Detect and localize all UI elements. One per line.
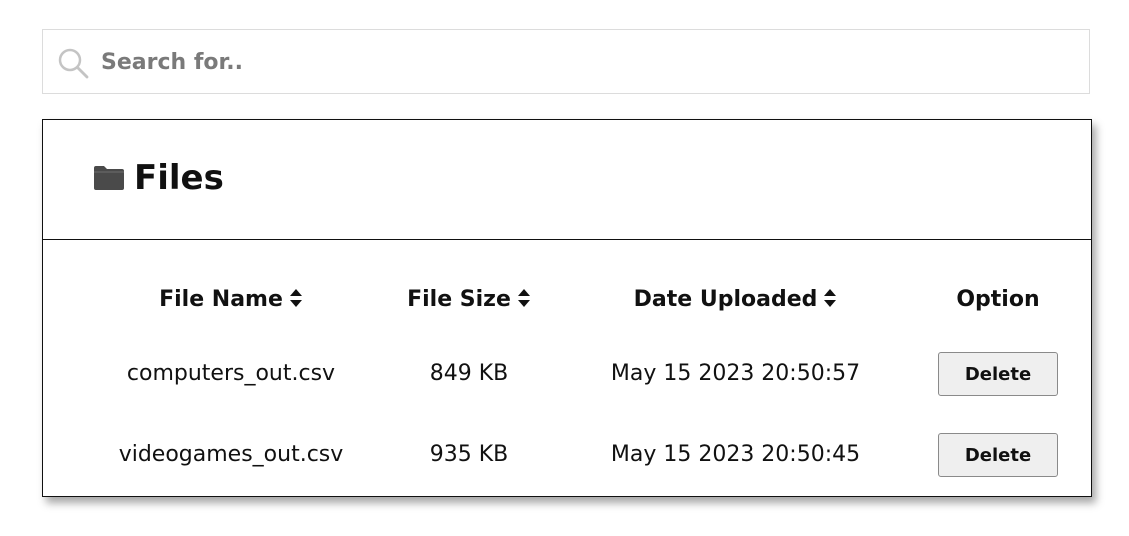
- column-header-file-size[interactable]: File Size: [399, 284, 539, 316]
- files-title: Files: [134, 158, 224, 198]
- file-name-cell: computers_out.csv: [126, 361, 336, 386]
- sort-icon[interactable]: [823, 288, 837, 308]
- files-panel: Files File Name File Size Date Uploaded …: [42, 119, 1092, 497]
- folder-icon: [94, 166, 124, 190]
- file-name-cell: videogames_out.csv: [118, 442, 344, 467]
- sort-icon[interactable]: [289, 288, 303, 308]
- search-bar: [42, 29, 1090, 94]
- date-uploaded-cell: May 15 2023 20:50:45: [610, 442, 861, 467]
- column-header-label: File Name: [159, 287, 283, 312]
- delete-button[interactable]: Delete: [938, 352, 1058, 396]
- column-header-file-name[interactable]: File Name: [63, 284, 399, 316]
- delete-button[interactable]: Delete: [938, 433, 1058, 477]
- column-header-label: Option: [956, 287, 1040, 312]
- date-uploaded-cell: May 15 2023 20:50:57: [610, 361, 861, 386]
- search-icon: [58, 48, 89, 79]
- file-size-cell: 849 KB: [429, 361, 509, 386]
- search-input[interactable]: [101, 44, 1061, 80]
- column-header-label: File Size: [407, 287, 511, 312]
- sort-icon[interactable]: [517, 288, 531, 308]
- file-size-cell: 935 KB: [429, 442, 509, 467]
- column-header-label: Date Uploaded: [633, 287, 818, 312]
- files-panel-header: Files: [43, 120, 1091, 240]
- column-header-option: Option: [931, 284, 1065, 316]
- column-header-date-uploaded[interactable]: Date Uploaded: [573, 284, 898, 316]
